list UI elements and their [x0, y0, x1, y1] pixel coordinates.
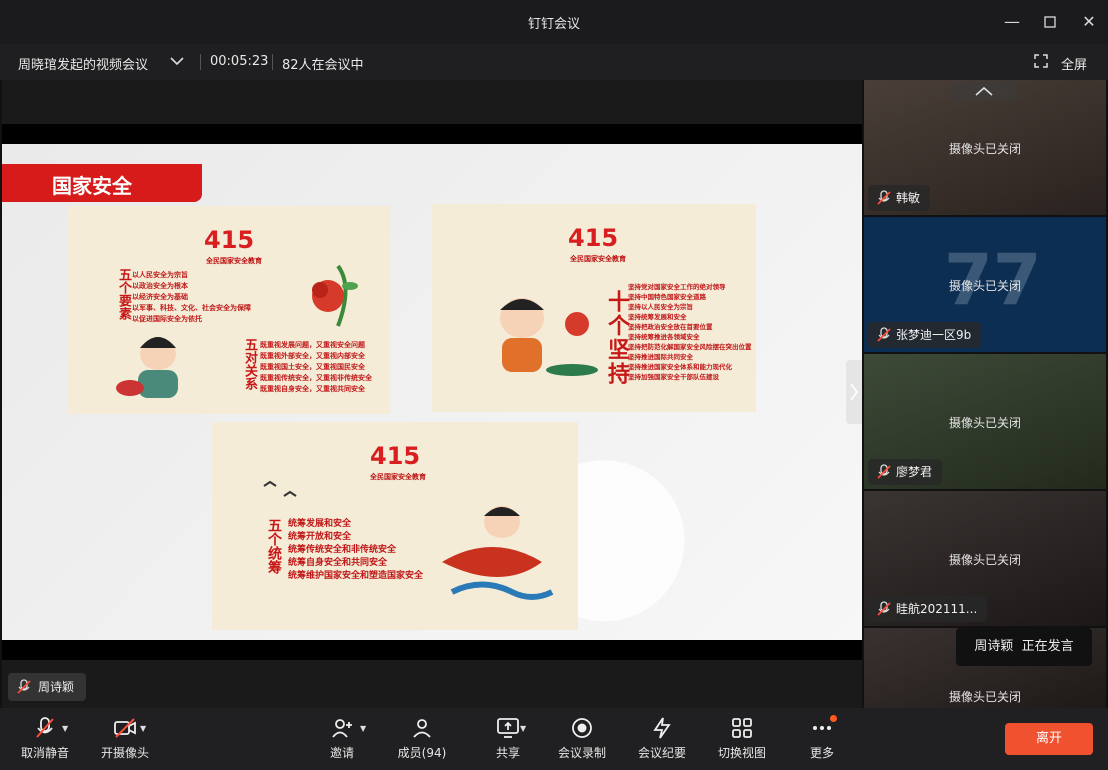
mic-off-icon [17, 679, 31, 694]
caret-down-icon[interactable]: ▼ [140, 724, 146, 733]
window-title: 钉钉会议 [527, 17, 580, 32]
fullscreen-icon[interactable] [1034, 54, 1048, 68]
camera-off-icon [114, 718, 136, 738]
next-page-handle[interactable] [846, 360, 862, 424]
chevron-up-icon [975, 86, 993, 96]
letterbox-top [2, 124, 862, 144]
panel-title: 五个要素 [116, 268, 131, 320]
panel-title: 五个统筹 [266, 518, 282, 574]
share-screen-icon [497, 718, 519, 738]
participants-count: 82人在会议中 [282, 58, 364, 73]
slide-panel-ten-persistences: 415 全民国家安全教育 十个坚持 坚持党对国家安全工作的绝对领导 坚持中国特色… [432, 204, 756, 412]
logo-subtitle: 全民国家安全教育 [370, 473, 426, 481]
participant-tile[interactable]: 摄像头已关闭 眭航202111... [864, 491, 1106, 626]
flower-illustration [312, 264, 358, 327]
logo-subtitle: 全民国家安全教育 [206, 257, 262, 265]
chevron-down-icon[interactable] [170, 56, 184, 66]
meeting-info-bar: 周晓琯发起的视频会议 00:05:23 82人在会议中 全屏 [0, 44, 1108, 80]
letterbox-bottom [2, 640, 862, 660]
logo-415: 415 [370, 442, 421, 470]
logo-subtitle: 全民国家安全教育 [570, 255, 626, 263]
cartoon-child-illustration [500, 298, 598, 376]
camera-off-message: 摄像头已关闭 [948, 416, 1021, 430]
minimize-icon[interactable]: — [1000, 10, 1024, 34]
camera-off-message: 摄像头已关闭 [948, 553, 1021, 567]
participant-name-tag: 韩敏 [868, 185, 931, 211]
participant-name-tag: 眭航202111... [868, 596, 988, 622]
slide-banner: 国家安全 [2, 164, 202, 202]
panel-title: 五对关系 [242, 338, 257, 390]
mic-off-icon [877, 601, 891, 616]
divider [272, 54, 273, 70]
camera-off-message: 摄像头已关闭 [948, 690, 1021, 704]
shared-slide: 国家安全 415 全民国家安全教育 五个要素 以人民安全为宗旨 以政治安全为根本… [2, 144, 862, 640]
divider [200, 54, 201, 70]
child-on-carp-illustration [442, 506, 554, 600]
mic-off-icon [877, 327, 891, 342]
birds-illustration [263, 480, 297, 497]
active-speaker-indicator: 周诗颖 正在发言 [956, 628, 1092, 666]
add-user-icon [332, 719, 352, 738]
speaker-label: 正在发言 [1021, 639, 1074, 654]
fullscreen-button[interactable]: 全屏 [1061, 54, 1087, 73]
participant-tile[interactable]: 77 摄像头已关闭 张梦迪一区9b [864, 217, 1106, 352]
chevron-right-icon [850, 383, 858, 401]
participant-name-tag: 廖梦君 [868, 459, 943, 485]
slide-banner-text: 国家安全 [52, 174, 132, 198]
maximize-icon[interactable] [1038, 10, 1062, 34]
minutes-button[interactable]: 会议纪要 [632, 708, 692, 770]
panel-lines: 坚持党对国家安全工作的绝对领导 坚持中国特色国家安全道路 坚持以人民安全为宗旨 … [628, 283, 752, 381]
caret-down-icon[interactable]: ▼ [62, 724, 68, 733]
close-icon[interactable]: ✕ [1077, 10, 1101, 34]
minutes-icon [653, 717, 671, 739]
panel-lines: 统筹发展和安全 统筹开放和安全 统筹传统安全和非传统安全 统筹自身安全和共同安全… [288, 519, 424, 581]
invite-button[interactable]: ▼ 邀请 [316, 708, 368, 770]
camera-off-message: 摄像头已关闭 [948, 279, 1021, 293]
caret-down-icon[interactable]: ▼ [520, 724, 526, 733]
share-button[interactable]: ▼ 共享 [484, 708, 532, 770]
cartoon-child-illustration [116, 337, 178, 398]
logo-415: 415 [568, 224, 619, 252]
participant-tile[interactable]: 摄像头已关闭 廖梦君 [864, 354, 1106, 489]
members-button[interactable]: 成员(94) [392, 708, 452, 770]
meeting-toolbar: ▼ 取消静音 ▼ 开摄像头 ▼ 邀请 成员(94) ▼ 共享 会议录制 会议纪要… [0, 708, 1108, 770]
grid-view-icon [732, 718, 752, 738]
slide-panel-five-coordinations: 415 全民国家安全教育 五个统筹 统筹发展和安全 统筹开放和安全 统筹传统安全… [212, 422, 578, 630]
mic-off-icon [36, 717, 54, 738]
speaker-name: 周诗颖 [974, 639, 1014, 654]
participant-tile[interactable]: 摄像头已关闭 韩敏 [864, 80, 1106, 215]
self-name-tag: 周诗颖 [8, 673, 87, 701]
panel-lines: 以人民安全为宗旨 以政治安全为根本 以经济安全为基础 以军事、科技、文化、社会安… [132, 271, 251, 323]
switch-view-button[interactable]: 切换视图 [712, 708, 772, 770]
mic-off-icon [877, 464, 891, 479]
leave-button[interactable]: 离开 [1005, 723, 1093, 755]
unmute-button[interactable]: ▼ 取消静音 [10, 708, 80, 770]
panel-lines: 既重视发展问题，又重视安全问题 既重视外部安全，又重视内部安全 既重视国土安全，… [260, 341, 372, 393]
camera-button[interactable]: ▼ 开摄像头 [92, 708, 158, 770]
notification-dot [830, 715, 837, 722]
logo-415: 415 [204, 226, 255, 254]
camera-off-message: 摄像头已关闭 [948, 142, 1021, 156]
record-button[interactable]: 会议录制 [552, 708, 612, 770]
members-icon [413, 719, 431, 738]
title-bar: 钉钉会议 — ✕ [0, 0, 1108, 44]
slide-panel-five-elements: 415 全民国家安全教育 五个要素 以人民安全为宗旨 以政治安全为根本 以经济安… [68, 206, 390, 414]
meeting-name[interactable]: 周晓琯发起的视频会议 [18, 54, 148, 73]
scroll-up-button[interactable] [952, 82, 1016, 100]
participant-name-tag: 张梦迪一区9b [868, 322, 982, 348]
mic-off-icon [877, 190, 891, 205]
record-icon [572, 718, 592, 738]
caret-down-icon[interactable]: ▼ [360, 724, 366, 733]
more-button[interactable]: 更多 [800, 708, 844, 770]
meeting-duration: 00:05:23 [210, 54, 269, 69]
